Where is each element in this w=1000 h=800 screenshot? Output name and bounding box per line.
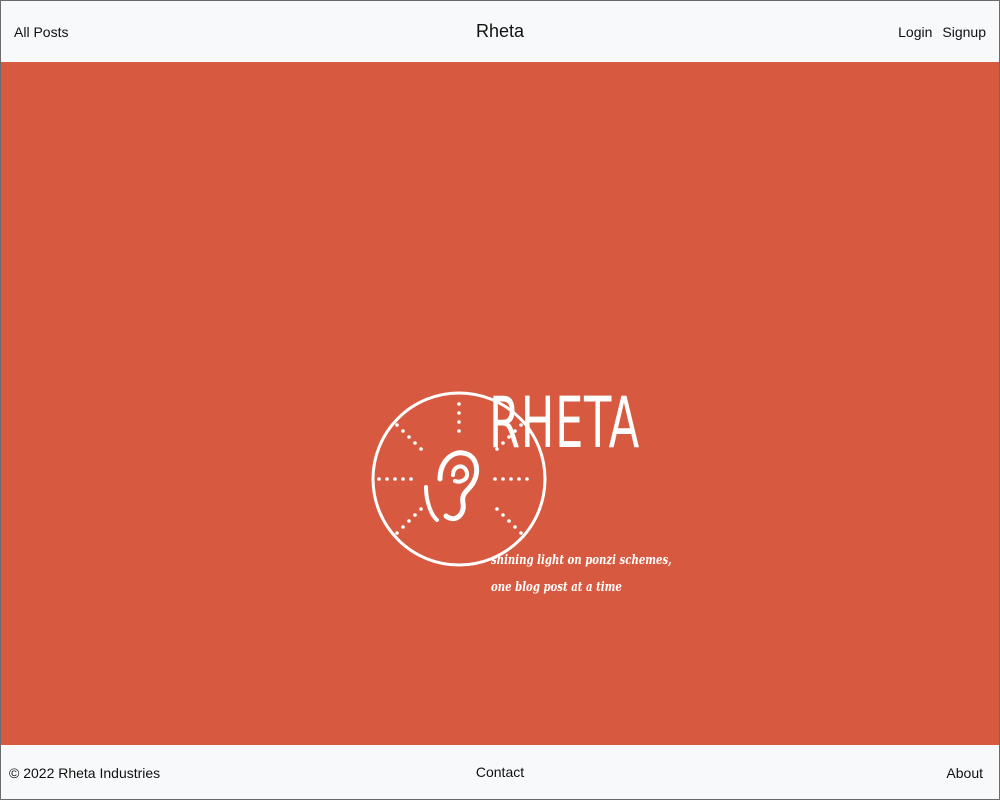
page-footer: © 2022 Rheta Industries Contact About <box>1 745 999 799</box>
logo-tagline-line2: one blog post at a time <box>491 580 622 595</box>
logo-tagline-line1: shining light on ponzi schemes, <box>491 553 672 568</box>
copyright-text: © 2022 Rheta Industries <box>9 765 161 781</box>
contact-link[interactable]: Contact <box>476 764 524 780</box>
brand-link[interactable]: Rheta <box>476 21 524 41</box>
rheta-logo: RHETA shining light on ponzi schemes, on… <box>367 383 672 595</box>
hero-section: RHETA shining light on ponzi schemes, on… <box>1 62 999 745</box>
all-posts-link[interactable]: All Posts <box>14 24 68 40</box>
top-navbar: All Posts Rheta Login Signup <box>1 1 999 62</box>
login-link[interactable]: Login <box>898 24 932 40</box>
auth-links: Login Signup <box>898 24 986 40</box>
brand-container: Rheta <box>1 21 999 42</box>
page-frame: All Posts Rheta Login Signup RHETA shini… <box>0 0 1000 800</box>
about-link[interactable]: About <box>946 765 983 781</box>
signup-link[interactable]: Signup <box>942 24 986 40</box>
logo-wordmark: RHETA <box>489 382 640 464</box>
